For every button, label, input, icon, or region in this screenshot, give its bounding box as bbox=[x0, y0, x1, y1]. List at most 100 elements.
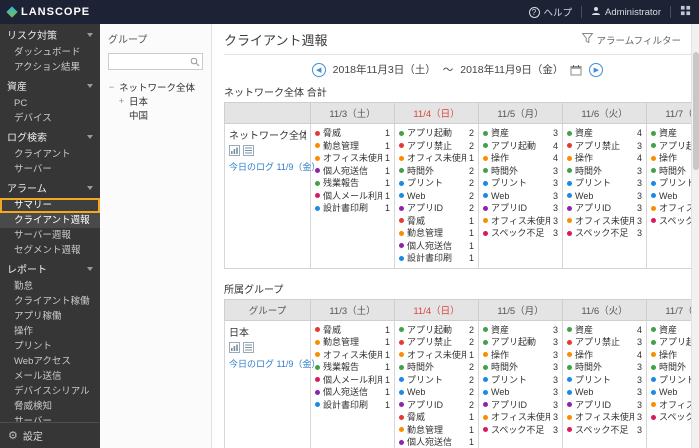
alarm-item[interactable]: 設計書印刷1 bbox=[315, 399, 390, 412]
alarm-item[interactable]: スペック不足3 bbox=[567, 227, 642, 240]
alarm-item[interactable]: 勤怠管理1 bbox=[315, 140, 390, 153]
sidebar-item[interactable]: アプリ稼働 bbox=[0, 309, 100, 324]
sidebar-item[interactable]: ダッシュボード bbox=[0, 45, 100, 60]
today-log-link[interactable]: 今日のログ 11/9（金） bbox=[229, 160, 306, 173]
alarm-item[interactable]: プリント3 bbox=[567, 177, 642, 190]
alarm-item[interactable]: アプリID3 bbox=[567, 399, 642, 412]
bar-chart-icon[interactable] bbox=[229, 145, 240, 156]
alarm-filter-button[interactable]: アラームフィルター bbox=[582, 33, 681, 47]
alarm-item[interactable]: 資産4 bbox=[567, 127, 642, 140]
sidebar-item[interactable]: サマリー bbox=[0, 198, 100, 213]
alarm-item[interactable]: オフィス未使用3 bbox=[483, 215, 558, 228]
alarm-item[interactable]: 残業報告1 bbox=[315, 361, 390, 374]
search-icon[interactable] bbox=[190, 54, 200, 72]
alarm-item[interactable]: オフィス未使用1 bbox=[315, 152, 390, 165]
alarm-item[interactable]: プリント3 bbox=[483, 177, 558, 190]
alarm-item[interactable]: スペック不足3 bbox=[567, 424, 642, 437]
alarm-item[interactable]: オフィス未使用1 bbox=[399, 349, 474, 362]
sidebar-section-header[interactable]: アラーム bbox=[0, 177, 100, 198]
today-log-link[interactable]: 今日のログ 11/9（金） bbox=[229, 357, 306, 370]
sidebar-item[interactable]: デバイスシリアル bbox=[0, 384, 100, 399]
alarm-item[interactable]: Web3 bbox=[483, 190, 558, 203]
alarm-item[interactable]: アプリ起動2 bbox=[399, 324, 474, 337]
alarm-item[interactable]: アプリ起動3 bbox=[483, 336, 558, 349]
alarm-item[interactable]: Web3 bbox=[567, 386, 642, 399]
sidebar-item[interactable]: クライアント週報 bbox=[0, 213, 100, 228]
alarm-item[interactable]: プリント2 bbox=[399, 374, 474, 387]
sidebar-section-header[interactable]: リスク対策 bbox=[0, 24, 100, 45]
alarm-item[interactable]: アプリ起動2 bbox=[399, 127, 474, 140]
alarm-item[interactable]: 時間外3 bbox=[483, 165, 558, 178]
prev-week-button[interactable]: ◀ bbox=[312, 63, 326, 77]
alarm-item[interactable]: スペック不足3 bbox=[651, 411, 691, 424]
alarm-item[interactable]: スペック不足3 bbox=[483, 227, 558, 240]
alarm-item[interactable]: 個人メール利用1 bbox=[315, 190, 390, 203]
vertical-scrollbar[interactable] bbox=[691, 24, 699, 448]
sidebar-item-settings[interactable]: ⚙ 設定 bbox=[0, 422, 100, 448]
sidebar-section-header[interactable]: 資産 bbox=[0, 75, 100, 96]
sidebar-item[interactable]: アクション結果 bbox=[0, 60, 100, 75]
alarm-item[interactable]: オフィス未使用3 bbox=[567, 411, 642, 424]
alarm-item[interactable]: アプリID3 bbox=[567, 202, 642, 215]
sidebar-item[interactable]: サーバー週報 bbox=[0, 228, 100, 243]
scrollbar-thumb[interactable] bbox=[693, 52, 699, 170]
sidebar-item[interactable]: サーバー bbox=[0, 162, 100, 177]
alarm-item[interactable]: 操作3 bbox=[483, 349, 558, 362]
sidebar-item[interactable]: クライアント bbox=[0, 147, 100, 162]
alarm-item[interactable]: 操作4 bbox=[567, 152, 642, 165]
sidebar-item[interactable]: PC bbox=[0, 96, 100, 111]
alarm-item[interactable]: Web3 bbox=[567, 190, 642, 203]
list-icon[interactable] bbox=[243, 342, 254, 353]
alarm-item[interactable]: オフィス未使用3 bbox=[651, 202, 691, 215]
alarm-item[interactable]: プリント2 bbox=[399, 177, 474, 190]
logo[interactable]: LANSCOPE bbox=[8, 6, 90, 18]
alarm-item[interactable]: スペック不足3 bbox=[483, 424, 558, 437]
bar-chart-icon[interactable] bbox=[229, 342, 240, 353]
alarm-item[interactable]: Web3 bbox=[651, 386, 691, 399]
sidebar-item[interactable]: プリント bbox=[0, 339, 100, 354]
alarm-item[interactable]: 操作4 bbox=[483, 152, 558, 165]
alarm-item[interactable]: 資産4 bbox=[651, 324, 691, 337]
alarm-item[interactable]: アプリID3 bbox=[483, 399, 558, 412]
alarm-item[interactable]: 脅威1 bbox=[315, 127, 390, 140]
alarm-item[interactable]: オフィス未使用3 bbox=[651, 399, 691, 412]
alarm-item[interactable]: 設計書印刷1 bbox=[399, 252, 474, 265]
sidebar-section-header[interactable]: レポート bbox=[0, 258, 100, 279]
alarm-item[interactable]: アプリ禁止3 bbox=[567, 140, 642, 153]
sidebar-section-header[interactable]: ログ検索 bbox=[0, 126, 100, 147]
user-menu-button[interactable]: Administrator bbox=[591, 6, 661, 19]
sidebar-item[interactable]: Webアクセス bbox=[0, 354, 100, 369]
alarm-item[interactable]: 脅威1 bbox=[399, 215, 474, 228]
alarm-item[interactable]: 時間外3 bbox=[651, 361, 691, 374]
alarm-item[interactable]: 時間外2 bbox=[399, 361, 474, 374]
tree-expander-icon[interactable]: + bbox=[118, 96, 125, 106]
alarm-item[interactable]: 設計書印刷1 bbox=[315, 202, 390, 215]
alarm-item[interactable]: アプリID2 bbox=[399, 202, 474, 215]
alarm-item[interactable]: 時間外3 bbox=[567, 361, 642, 374]
alarm-item[interactable]: オフィス未使用1 bbox=[399, 152, 474, 165]
list-icon[interactable] bbox=[243, 145, 254, 156]
alarm-item[interactable]: オフィス未使用3 bbox=[483, 411, 558, 424]
alarm-item[interactable]: 資産3 bbox=[483, 324, 558, 337]
alarm-item[interactable]: 操作3 bbox=[651, 152, 691, 165]
alarm-item[interactable]: 資産4 bbox=[651, 127, 691, 140]
apps-menu-button[interactable] bbox=[680, 5, 691, 19]
sidebar-item[interactable]: クライアント稼働 bbox=[0, 294, 100, 309]
sidebar-item[interactable]: デバイス bbox=[0, 111, 100, 126]
alarm-item[interactable]: Web3 bbox=[483, 386, 558, 399]
tree-node[interactable]: 中国 bbox=[108, 108, 203, 122]
alarm-item[interactable]: アプリID3 bbox=[483, 202, 558, 215]
alarm-item[interactable]: アプリ起動3 bbox=[651, 140, 691, 153]
alarm-item[interactable]: プリント3 bbox=[651, 374, 691, 387]
alarm-item[interactable]: 勤怠管理1 bbox=[399, 227, 474, 240]
alarm-item[interactable]: アプリ起動3 bbox=[651, 336, 691, 349]
alarm-item[interactable]: 個人宛送信1 bbox=[399, 436, 474, 448]
alarm-item[interactable]: アプリID2 bbox=[399, 399, 474, 412]
alarm-item[interactable]: アプリ禁止2 bbox=[399, 336, 474, 349]
alarm-item[interactable]: 脅威1 bbox=[315, 324, 390, 337]
sidebar-item[interactable]: 勤怠 bbox=[0, 279, 100, 294]
sidebar-item[interactable]: 操作 bbox=[0, 324, 100, 339]
alarm-item[interactable]: プリント3 bbox=[651, 177, 691, 190]
alarm-item[interactable]: Web3 bbox=[651, 190, 691, 203]
alarm-item[interactable]: 資産4 bbox=[567, 324, 642, 337]
